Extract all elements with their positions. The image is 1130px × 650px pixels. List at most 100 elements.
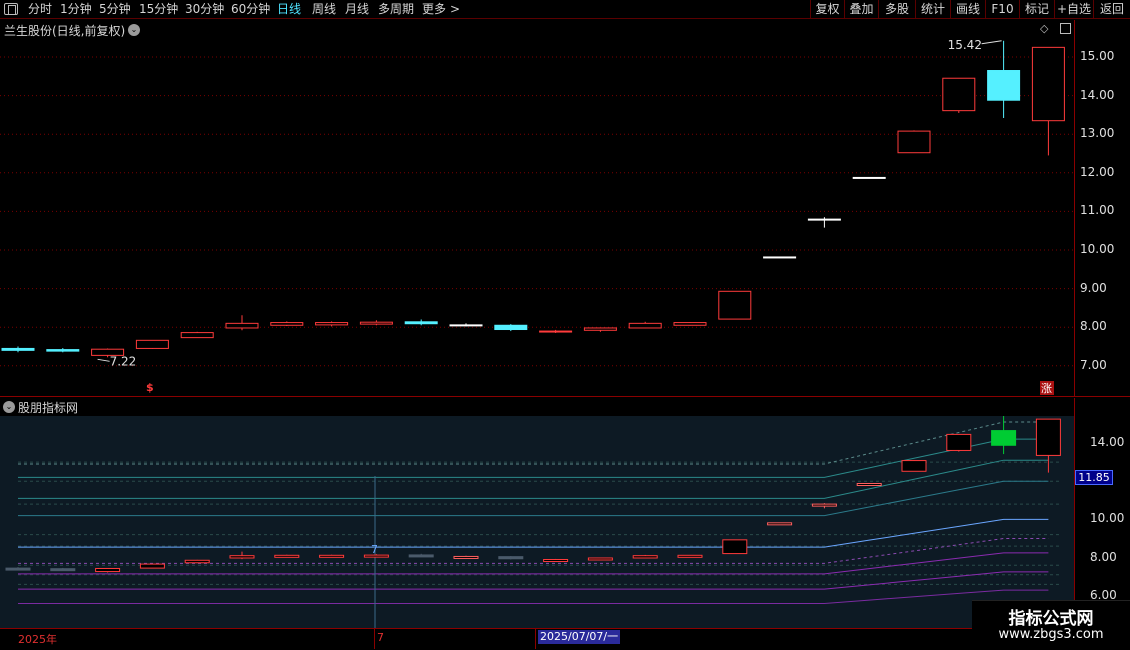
limit-badge: 涨 <box>1041 382 1052 395</box>
period-tab-8[interactable]: 月线 <box>345 1 369 18</box>
chevron-right-icon[interactable]: > <box>450 1 460 18</box>
indicator-candle <box>1035 418 1061 473</box>
candle-body <box>628 322 662 329</box>
indicator-candle <box>453 555 479 559</box>
candle[interactable] <box>180 331 214 339</box>
price-tick-label: 9.00 <box>1080 280 1107 295</box>
candle[interactable] <box>852 176 886 179</box>
indicator-candle-body <box>677 554 703 558</box>
period-tab-1[interactable]: 1分钟 <box>60 1 92 18</box>
candle[interactable] <box>897 130 931 154</box>
candle[interactable] <box>1 346 35 353</box>
toolbar-action-4[interactable]: 画线 <box>950 0 985 19</box>
candle[interactable] <box>270 321 304 327</box>
candle[interactable] <box>404 319 438 326</box>
x-axis-tick <box>374 629 375 649</box>
indicator-candle <box>229 551 255 560</box>
candle[interactable] <box>494 324 528 332</box>
indicator-candle-body <box>767 522 793 526</box>
candle[interactable] <box>315 321 349 327</box>
indicator-band-line <box>18 538 1049 564</box>
toolbar-action-5[interactable]: F10 <box>985 0 1019 19</box>
indicator-candle <box>319 554 345 558</box>
indicator-candle-body <box>632 555 658 559</box>
indicator-candle-body <box>274 554 300 558</box>
indicator-band-line <box>18 589 1049 604</box>
candle[interactable] <box>987 40 1021 118</box>
indicator-candle-body <box>363 554 389 558</box>
candle[interactable] <box>449 323 483 327</box>
toolbar-action-2[interactable]: 多股 <box>878 0 915 19</box>
indicator-envelope-line <box>18 421 1049 465</box>
indicator-candle <box>50 567 76 572</box>
high-arrow <box>981 40 1002 45</box>
period-tab-4[interactable]: 30分钟 <box>185 1 224 18</box>
candle[interactable] <box>763 256 797 259</box>
price-tick-label: 8.00 <box>1080 319 1107 334</box>
period-tab-5[interactable]: 60分钟 <box>231 1 270 18</box>
period-tab-6[interactable]: 日线 <box>277 1 301 18</box>
indicator-candle <box>363 554 389 558</box>
candle[interactable] <box>628 321 662 329</box>
indicator-candle <box>139 563 165 569</box>
price-tick-label: 14.00 <box>1080 87 1115 102</box>
watermark: 指标公式网 www.zbgs3.com <box>972 600 1130 650</box>
toolbar-action-1[interactable]: 叠加 <box>844 0 878 19</box>
toolbar-action-7[interactable]: +自选 <box>1054 0 1093 19</box>
toolbar-action-3[interactable]: 统计 <box>915 0 950 19</box>
candle-body <box>539 330 573 333</box>
period-tab-0[interactable]: 分时 <box>28 1 52 18</box>
period-tab-3[interactable]: 15分钟 <box>139 1 178 18</box>
dividend-marker[interactable]: $ <box>146 381 154 394</box>
candle[interactable] <box>225 315 259 331</box>
period-tab-2[interactable]: 5分钟 <box>99 1 131 18</box>
indicator-candle-body <box>453 555 479 559</box>
indicator-band-line <box>18 552 1049 575</box>
selected-date-label: 2025/07/07/一 <box>538 630 621 644</box>
period-tab-7[interactable]: 周线 <box>312 1 336 18</box>
candle[interactable] <box>942 77 976 113</box>
candle[interactable] <box>1031 46 1065 156</box>
period-tab-9[interactable]: 多周期 <box>378 1 414 18</box>
chevron-down-icon[interactable]: ⌄ <box>3 401 15 413</box>
toolbar-action-8[interactable]: 返回 <box>1093 0 1130 19</box>
candlestick-chart[interactable]: 15.42 7.22 $ 涨 <box>0 20 1074 397</box>
indicator-candle <box>632 554 658 559</box>
indicator-candle <box>408 553 434 558</box>
watermark-title: 指标公式网 <box>1008 609 1094 629</box>
toolbar-action-0[interactable]: 复权 <box>810 0 844 19</box>
indicator-band-line <box>18 571 1049 590</box>
indicator-tick-label: 8.00 <box>1090 549 1117 564</box>
toolbar-action-6[interactable]: 标记 <box>1019 0 1054 19</box>
indicator-candle <box>95 567 121 573</box>
period-tab-10[interactable]: 更多 <box>422 1 446 18</box>
indicator-candle-body <box>229 555 255 559</box>
candle[interactable] <box>135 339 169 349</box>
candle[interactable] <box>673 322 707 326</box>
candle-body <box>583 327 617 331</box>
indicator-candle <box>274 554 300 558</box>
candle-body <box>180 332 214 339</box>
candle[interactable] <box>807 217 841 228</box>
toolbar: 分时 1分钟 5分钟 15分钟 30分钟 60分钟 日线 周线 月线 多周期 更多 > 复权 叠加 多股统… <box>0 0 1130 19</box>
candle-body <box>1 347 35 351</box>
indicator-chart[interactable]: 7 <box>0 416 1074 628</box>
window-toggle-icon[interactable] <box>4 3 18 15</box>
x-axis-tick <box>535 629 536 649</box>
indicator-candle-body <box>811 503 837 507</box>
indicator-candle-body <box>50 568 76 572</box>
indicator-candle-body <box>587 557 613 561</box>
candle[interactable] <box>46 348 80 353</box>
indicator-candle <box>587 557 613 561</box>
indicator-candle <box>901 460 927 472</box>
candle[interactable] <box>718 290 752 320</box>
indicator-candle-body <box>139 563 165 569</box>
candle[interactable] <box>359 320 393 326</box>
candle[interactable] <box>583 327 617 332</box>
price-tick-label: 13.00 <box>1080 126 1115 141</box>
candle-body <box>763 256 797 259</box>
candle[interactable] <box>539 329 573 333</box>
indicator-candle-body <box>991 430 1017 446</box>
indicator-candle <box>5 567 31 571</box>
price-tick-label: 10.00 <box>1080 242 1115 256</box>
